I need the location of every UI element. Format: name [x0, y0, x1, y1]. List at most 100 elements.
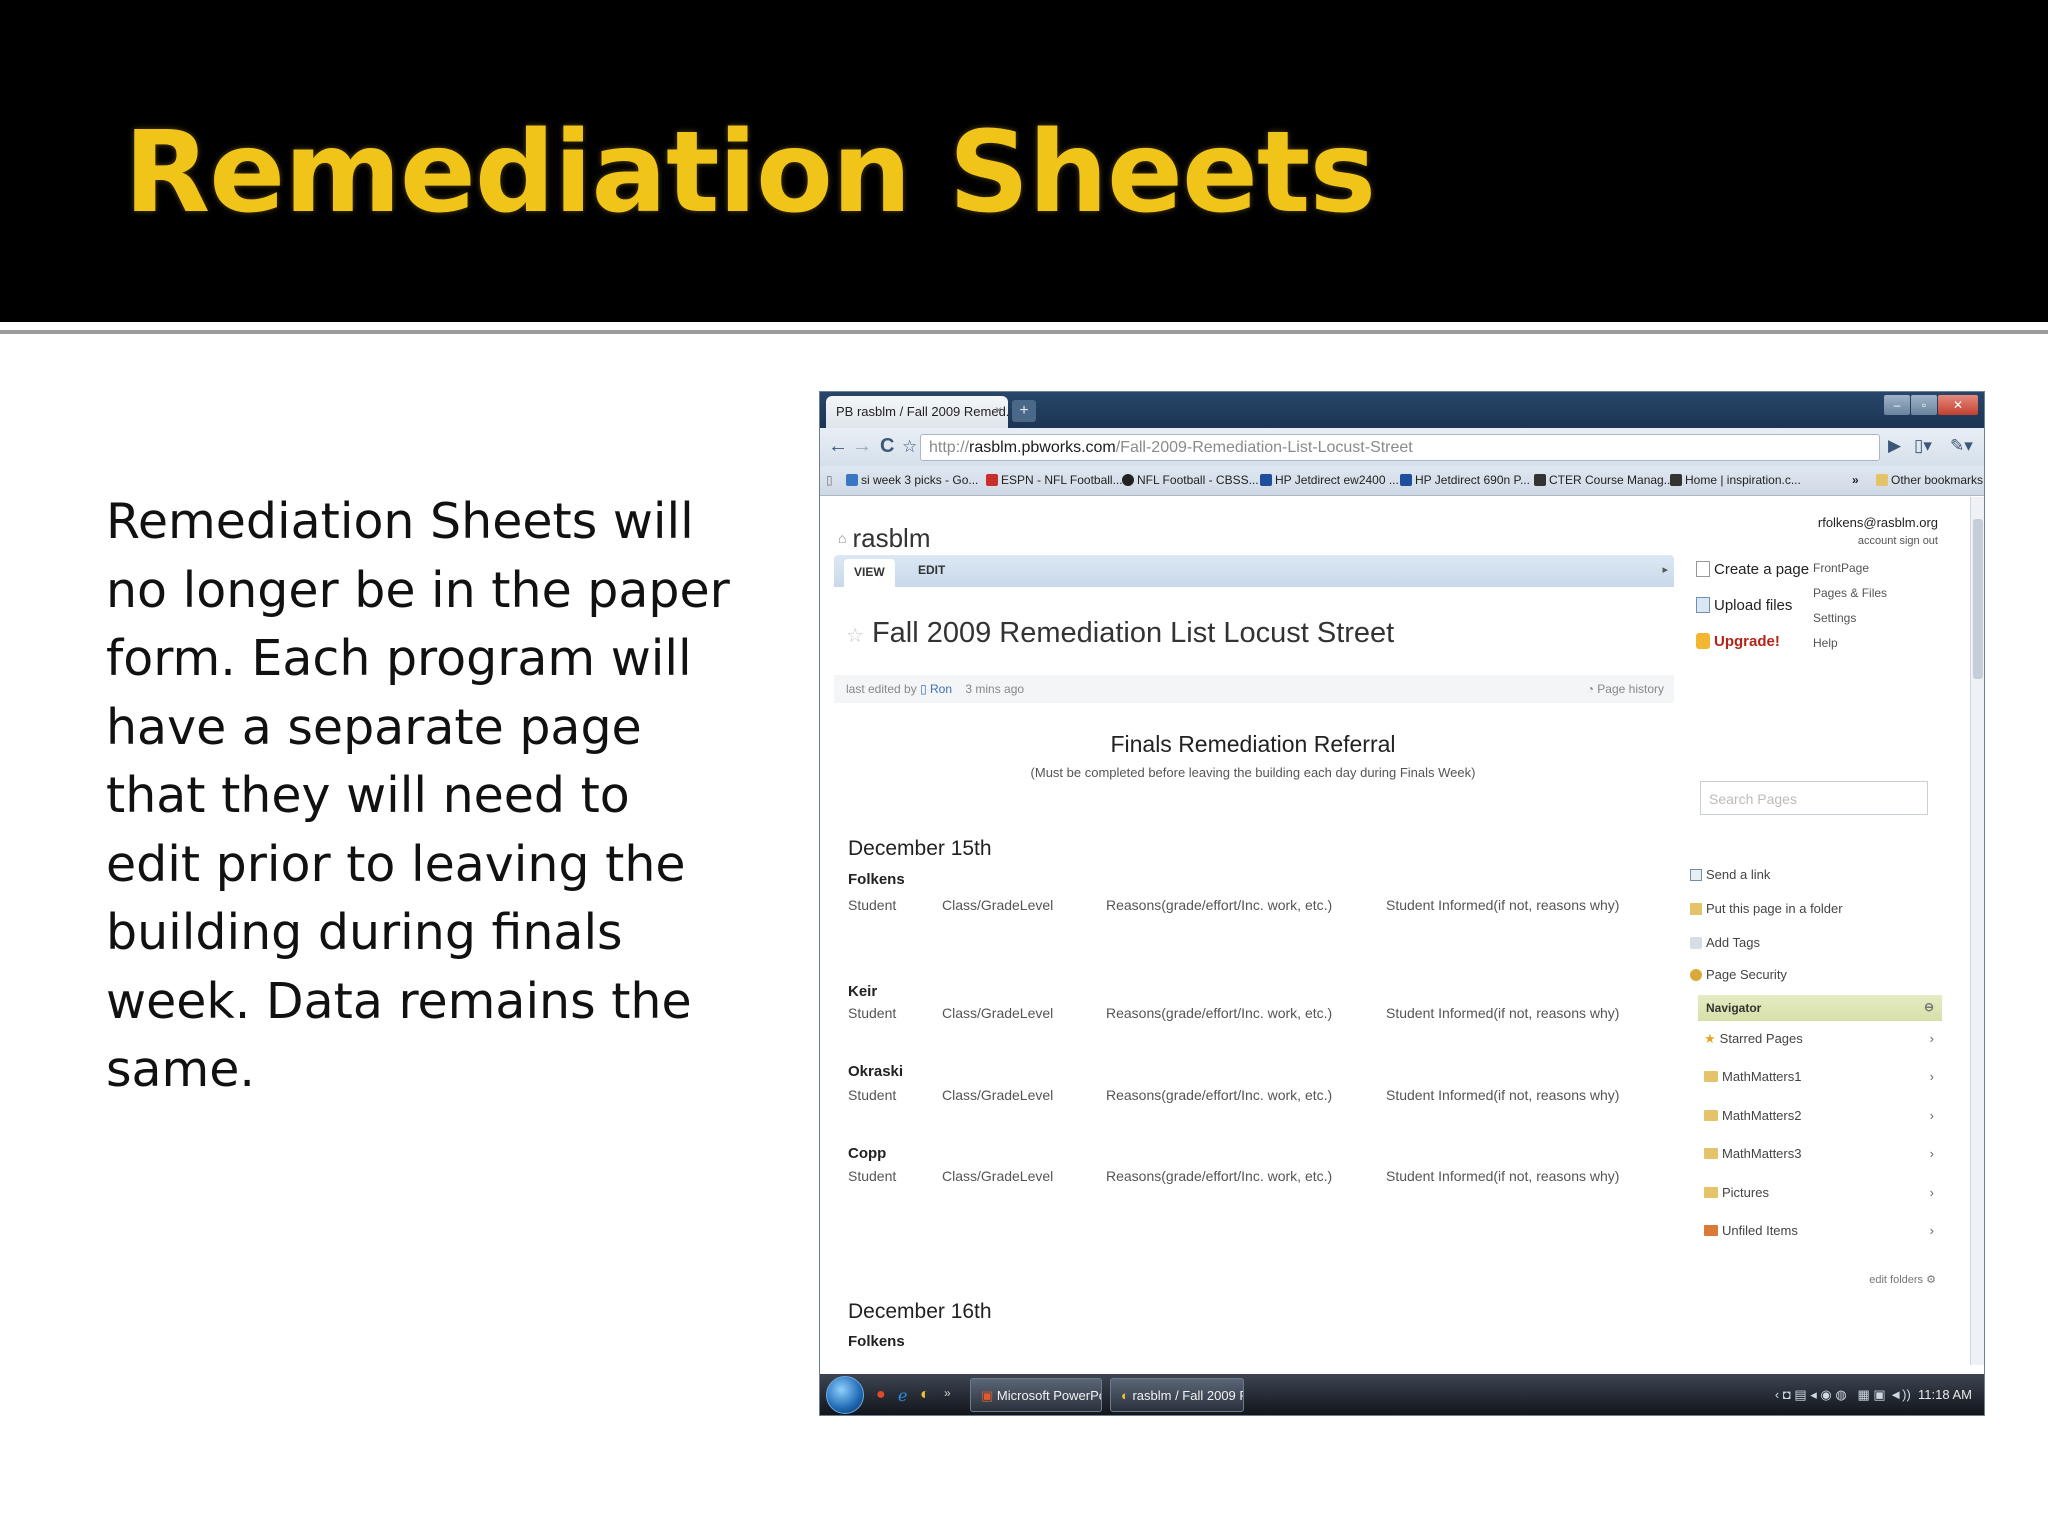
site-name-label: rasblm: [852, 523, 931, 553]
bookmark-label: NFL Football - CBSS...: [1137, 473, 1259, 487]
add-tags-action[interactable]: Add Tags: [1690, 935, 1760, 950]
browser-titlebar: PB rasblm / Fall 2009 Remed... × + – ▫ ✕: [820, 392, 1984, 428]
send-link-action[interactable]: Send a link: [1690, 867, 1770, 882]
folder-action[interactable]: Put this page in a folder: [1690, 901, 1843, 916]
back-icon[interactable]: ←: [828, 435, 848, 458]
bookmark-favicon: [1260, 474, 1272, 486]
folder-icon: [1704, 1187, 1718, 1198]
key-icon: [1690, 969, 1702, 981]
teacher-name: Folkens: [848, 1333, 905, 1350]
edit-folders-link[interactable]: edit folders ⚙: [1869, 1273, 1936, 1286]
scrollbar-thumb[interactable]: [1973, 519, 1983, 679]
ie-icon[interactable]: ℯ: [898, 1386, 907, 1406]
nav-item-folder[interactable]: Pictures ›: [1704, 1185, 1938, 1200]
nav-item-folder[interactable]: MathMatters1 ›: [1704, 1069, 1938, 1084]
forward-icon[interactable]: →: [852, 435, 872, 458]
bookmark-label: si week 3 picks - Go...: [861, 473, 979, 487]
frontpage-link[interactable]: FrontPage: [1813, 561, 1869, 575]
column-reasons: Reasons(grade/effort/Inc. work, etc.): [1106, 1005, 1333, 1021]
browser-tab[interactable]: PB rasblm / Fall 2009 Remed... ×: [826, 396, 1008, 428]
reload-icon[interactable]: C: [880, 435, 894, 458]
account-links[interactable]: account sign out: [1858, 535, 1938, 547]
browser-toolbar: ← → C ☆ http://rasblm.pbworks.com/Fall-2…: [820, 428, 1984, 466]
start-button-icon[interactable]: [826, 1376, 864, 1414]
bookmark-item[interactable]: NFL Football - CBSS...: [1122, 473, 1259, 487]
add-tags-label: Add Tags: [1706, 935, 1760, 950]
teacher-name: Okraski: [848, 1063, 904, 1080]
tab-close-icon[interactable]: ×: [995, 403, 1002, 417]
nav-item-folder[interactable]: MathMatters2 ›: [1704, 1108, 1938, 1123]
quicklaunch-overflow-icon[interactable]: »: [944, 1386, 951, 1400]
nav-item-unfiled[interactable]: Unfiled Items ›: [1704, 1223, 1938, 1238]
site-name[interactable]: ⌂ rasblm: [838, 523, 930, 554]
wrench-icon[interactable]: ✎▾: [1950, 436, 1973, 456]
new-tab-button[interactable]: +: [1012, 400, 1036, 422]
bookmark-item[interactable]: Home | inspiration.c...: [1670, 473, 1801, 487]
minimize-icon[interactable]: –: [1884, 395, 1910, 415]
column-student: Student: [848, 1168, 897, 1184]
page-history-link[interactable]: ◔ Page history: [1587, 682, 1664, 696]
maximize-icon[interactable]: ▫: [1911, 395, 1937, 415]
bookmark-item[interactable]: HP Jetdirect ew2400 ...: [1260, 473, 1399, 487]
taskbar-chrome-button[interactable]: ◐ rasblm / Fall 2009 R...: [1110, 1378, 1244, 1412]
chevron-right-icon: ›: [1929, 1031, 1934, 1046]
teacher-name: Folkens: [848, 871, 905, 888]
bookmark-star-icon[interactable]: ☆: [902, 437, 917, 457]
chrome-icon[interactable]: ◐: [920, 1386, 930, 1404]
tray-icons[interactable]: ‹ ◘ ▤ ◂ ◉ ◍ ▦ ▣ ◄)): [1775, 1387, 1918, 1402]
upgrade-button[interactable]: Upgrade!: [1696, 633, 1780, 650]
clock[interactable]: 11:18 AM: [1918, 1387, 1972, 1402]
taskbar-button-label: Microsoft PowerPoi...: [996, 1388, 1101, 1403]
column-reasons: Reasons(grade/effort/Inc. work, etc.): [1106, 1168, 1333, 1184]
create-page-label: Create a page: [1714, 561, 1810, 578]
bookmarks-overflow-icon[interactable]: »: [1852, 473, 1859, 487]
bookmark-item[interactable]: HP Jetdirect 690n P...: [1400, 473, 1530, 487]
star-icon[interactable]: ☆: [846, 625, 864, 647]
page-scrollbar[interactable]: [1970, 497, 1984, 1365]
settings-icon: ⚙: [1926, 1274, 1936, 1286]
column-informed: Student Informed(if not, reasons why): [1386, 1168, 1620, 1184]
page-play-icon[interactable]: ▶: [1888, 436, 1901, 456]
upload-icon: [1696, 597, 1710, 613]
url-host: rasblm.pbworks.com: [969, 439, 1116, 456]
nav-item-starred[interactable]: ★ Starred Pages ›: [1704, 1031, 1938, 1047]
chrome-icon: ◐: [1121, 1388, 1133, 1403]
bookmark-item[interactable]: ESPN - NFL Football...: [986, 473, 1123, 487]
column-student: Student: [848, 1087, 897, 1103]
search-pages-input[interactable]: Search Pages: [1700, 781, 1928, 815]
collapse-icon[interactable]: ⊖: [1924, 1000, 1934, 1014]
navigator-header[interactable]: Navigator ⊖: [1698, 995, 1942, 1021]
tab-view[interactable]: VIEW: [844, 559, 895, 587]
editor-link[interactable]: ▯ Ron: [920, 682, 952, 696]
new-page-icon: [1696, 561, 1710, 577]
column-class: Class/GradeLevel: [942, 1168, 1054, 1184]
day-heading: December 16th: [848, 1300, 992, 1323]
create-page-button[interactable]: Create a page: [1696, 561, 1809, 578]
upload-files-button[interactable]: Upload files: [1696, 597, 1792, 614]
page-security-action[interactable]: Page Security: [1690, 967, 1787, 982]
other-bookmarks[interactable]: Other bookmarks: [1876, 473, 1983, 487]
bookmark-favicon: [986, 474, 998, 486]
settings-link[interactable]: Settings: [1813, 611, 1856, 625]
pages-files-link[interactable]: Pages & Files: [1813, 586, 1887, 600]
page-menu-icon[interactable]: ▯▾: [1914, 436, 1932, 456]
nav-item-folder[interactable]: MathMatters3 ›: [1704, 1146, 1938, 1161]
folder-icon: [1690, 903, 1702, 915]
slide-header: Remediation Sheets: [0, 0, 2048, 322]
system-tray: ‹ ◘ ▤ ◂ ◉ ◍ ▦ ▣ ◄)) 11:18 AM: [1775, 1387, 1972, 1403]
folder-icon: [1876, 474, 1888, 486]
chevron-right-icon: ›: [1929, 1185, 1934, 1200]
taskbar-powerpoint-button[interactable]: ▣ Microsoft PowerPoi...: [970, 1378, 1102, 1412]
tabs-arrow-icon[interactable]: ▸: [1662, 563, 1668, 576]
document-subheading: (Must be completed before leaving the bu…: [1030, 765, 1476, 780]
bookmark-item[interactable]: CTER Course Manag...: [1534, 473, 1674, 487]
tab-edit[interactable]: EDIT: [918, 563, 945, 577]
bookmark-item[interactable]: si week 3 picks - Go...: [846, 473, 978, 487]
slide-title: Remediation Sheets: [124, 108, 1376, 238]
close-window-icon[interactable]: ✕: [1938, 395, 1978, 415]
account-email: rfolkens@rasblm.org: [1817, 515, 1938, 530]
quicklaunch-icon[interactable]: ●: [876, 1386, 886, 1404]
help-link[interactable]: Help: [1813, 636, 1838, 650]
address-bar[interactable]: http://rasblm.pbworks.com/Fall-2009-Reme…: [920, 434, 1880, 461]
bookmark-favicon: [846, 474, 858, 486]
